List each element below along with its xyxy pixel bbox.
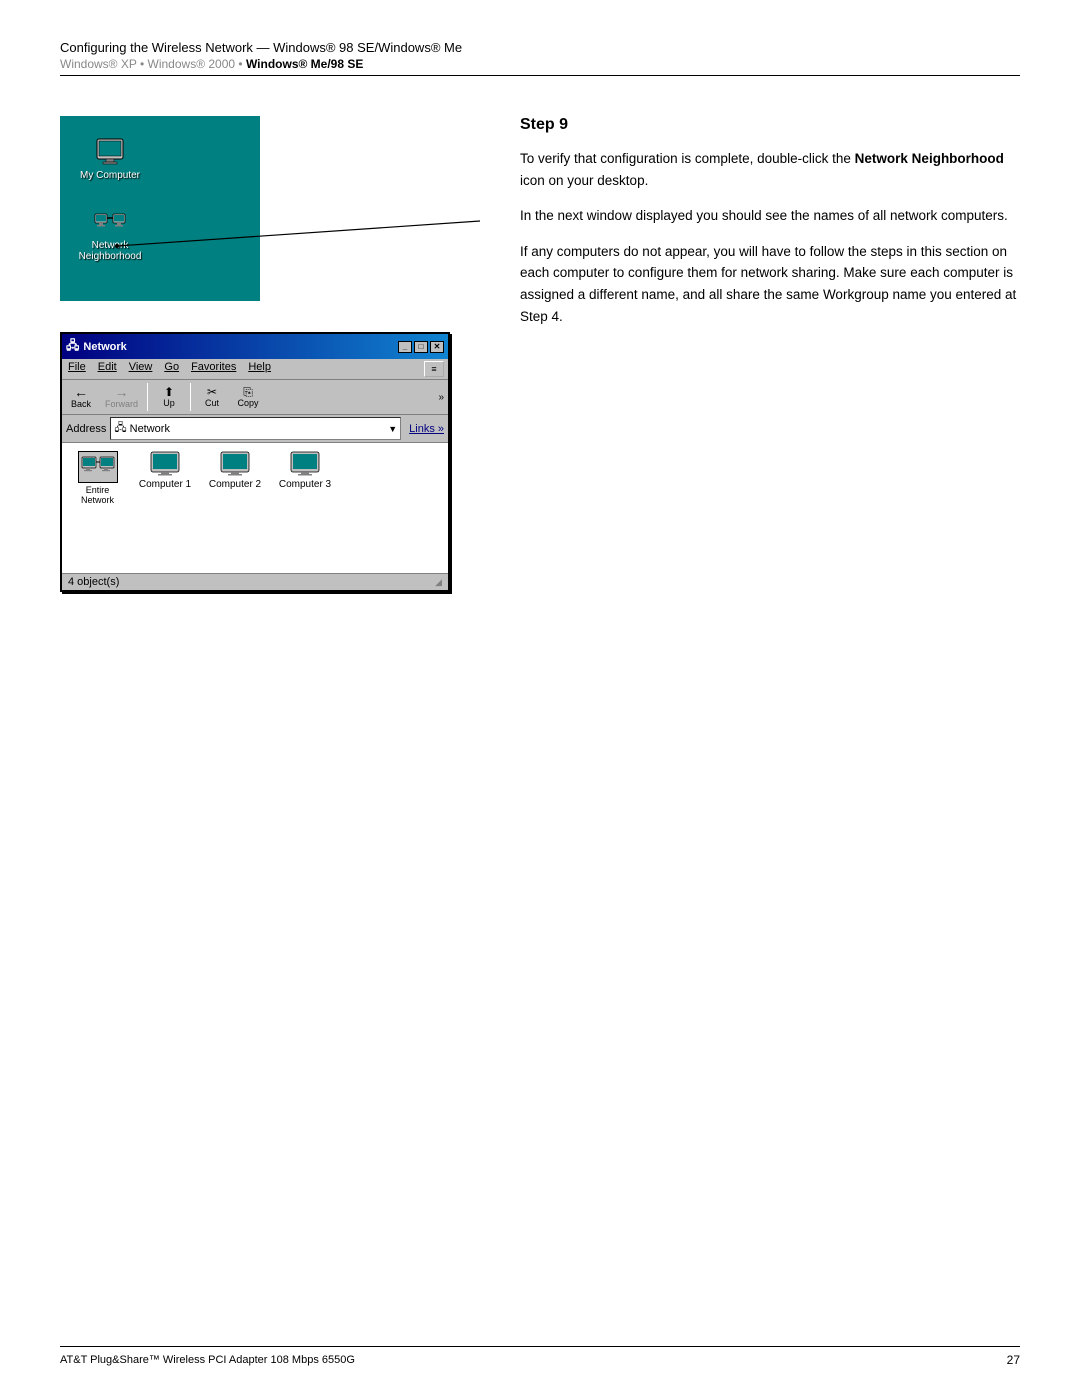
footer-left: AT&T Plug&Share™ Wireless PCI Adapter 10… bbox=[60, 1354, 355, 1366]
desktop-icon-network-neighborhood[interactable]: NetworkNeighborhood bbox=[75, 206, 145, 262]
forward-button[interactable]: → Forward bbox=[102, 384, 141, 410]
explorer-titlebar: 🖧 Network _ □ ✕ bbox=[62, 334, 448, 359]
forward-icon: → bbox=[115, 385, 129, 399]
up-button[interactable]: ⬆ Up bbox=[154, 385, 184, 409]
desktop-icon-my-computer[interactable]: My Computer bbox=[75, 136, 145, 181]
address-value: Network bbox=[130, 423, 170, 435]
address-network-icon: 🖧 bbox=[114, 419, 126, 438]
copy-label: Copy bbox=[238, 398, 259, 408]
computer1-img bbox=[149, 451, 181, 477]
toolbar-separator-1 bbox=[147, 383, 148, 411]
computer2-icon[interactable]: Computer 2 bbox=[205, 451, 265, 490]
network-neighborhood-label: NetworkNeighborhood bbox=[79, 240, 142, 262]
right-column: Step 9 To verify that configuration is c… bbox=[520, 116, 1020, 592]
back-label: Back bbox=[71, 399, 91, 409]
step-paragraph-3: If any computers do not appear, you will… bbox=[520, 241, 1020, 327]
menu-go[interactable]: Go bbox=[162, 361, 181, 377]
toolbar-separator-2 bbox=[190, 383, 191, 411]
header-subtitle-bold: Windows® Me/98 SE bbox=[246, 57, 363, 71]
toolbar-overflow-icon[interactable]: ≡ bbox=[424, 361, 444, 377]
explorer-statusbar: 4 object(s) ◢ bbox=[62, 573, 448, 590]
close-button[interactable]: ✕ bbox=[430, 341, 444, 353]
status-text: 4 object(s) bbox=[68, 576, 119, 588]
computer3-img bbox=[289, 451, 321, 477]
my-computer-icon bbox=[94, 136, 126, 168]
step-paragraph-1: To verify that configuration is complete… bbox=[520, 148, 1020, 191]
address-input[interactable]: 🖧 Network ▼ bbox=[110, 417, 401, 440]
up-icon: ⬆ bbox=[164, 386, 174, 398]
menu-file[interactable]: File bbox=[66, 361, 88, 377]
toolbar-more[interactable]: » bbox=[438, 392, 444, 403]
titlebar-controls: _ □ ✕ bbox=[398, 341, 444, 353]
copy-icon: ⎘ bbox=[243, 386, 253, 398]
step-paragraph-2: In the next window displayed you should … bbox=[520, 205, 1020, 227]
entire-network-label: EntireNetwork bbox=[81, 485, 114, 505]
cut-label: Cut bbox=[205, 398, 219, 408]
address-dropdown[interactable]: ▼ bbox=[388, 424, 397, 434]
header-subtitle: Windows® XP • Windows® 2000 • Windows® M… bbox=[60, 57, 1020, 71]
desktop-area-wrapper: My Computer bbox=[60, 116, 480, 316]
maximize-button[interactable]: □ bbox=[414, 341, 428, 353]
my-computer-label: My Computer bbox=[80, 170, 140, 181]
main-content: My Computer bbox=[60, 116, 1020, 592]
explorer-content: EntireNetwork Computer 1 bbox=[62, 443, 448, 573]
step-heading: Step 9 bbox=[520, 116, 1020, 134]
copy-button[interactable]: ⎘ Copy bbox=[233, 385, 263, 409]
step-bold-text: Network Neighborhood bbox=[855, 151, 1004, 166]
page-header: Configuring the Wireless Network — Windo… bbox=[60, 40, 1020, 76]
entire-network-icon[interactable]: EntireNetwork bbox=[70, 451, 125, 505]
forward-label: Forward bbox=[105, 399, 138, 409]
explorer-addressbar: Address 🖧 Network ▼ Links » bbox=[62, 415, 448, 443]
computer1-label: Computer 1 bbox=[139, 479, 191, 490]
titlebar-icon: 🖧 bbox=[66, 336, 79, 357]
left-column: My Computer bbox=[60, 116, 480, 592]
up-label: Up bbox=[163, 398, 175, 408]
computer3-label: Computer 3 bbox=[279, 479, 331, 490]
computer2-img bbox=[219, 451, 251, 477]
desktop-screenshot: My Computer bbox=[60, 116, 260, 301]
back-icon: ← bbox=[74, 385, 88, 399]
page-footer: AT&T Plug&Share™ Wireless PCI Adapter 10… bbox=[60, 1346, 1020, 1367]
titlebar-left: 🖧 Network bbox=[66, 336, 127, 357]
header-title: Configuring the Wireless Network — Windo… bbox=[60, 40, 1020, 55]
links-button[interactable]: Links » bbox=[409, 423, 444, 435]
header-subtitle-normal: Windows® XP • Windows® 2000 • bbox=[60, 57, 246, 71]
footer-page-number: 27 bbox=[1007, 1353, 1020, 1367]
status-resize-grip: ◢ bbox=[435, 577, 442, 588]
entire-network-img bbox=[78, 451, 118, 483]
titlebar-title: Network bbox=[83, 341, 126, 353]
back-button[interactable]: ← Back bbox=[66, 384, 96, 410]
menu-favorites[interactable]: Favorites bbox=[189, 361, 238, 377]
minimize-button[interactable]: _ bbox=[398, 341, 412, 353]
explorer-toolbar: ← Back → Forward ⬆ Up ✂ Cut bbox=[62, 380, 448, 415]
page-container: Configuring the Wireless Network — Windo… bbox=[0, 0, 1080, 1397]
menu-help[interactable]: Help bbox=[246, 361, 273, 377]
menu-edit[interactable]: Edit bbox=[96, 361, 119, 377]
network-neighborhood-icon bbox=[94, 206, 126, 238]
menu-view[interactable]: View bbox=[127, 361, 155, 377]
address-label: Address bbox=[66, 423, 106, 435]
cut-icon: ✂ bbox=[207, 386, 217, 398]
computer3-icon[interactable]: Computer 3 bbox=[275, 451, 335, 490]
computer1-icon[interactable]: Computer 1 bbox=[135, 451, 195, 490]
explorer-window: 🖧 Network _ □ ✕ File Edit View Go Favori bbox=[60, 332, 450, 592]
cut-button[interactable]: ✂ Cut bbox=[197, 385, 227, 409]
computer2-label: Computer 2 bbox=[209, 479, 261, 490]
explorer-menubar: File Edit View Go Favorites Help ≡ bbox=[62, 359, 448, 380]
